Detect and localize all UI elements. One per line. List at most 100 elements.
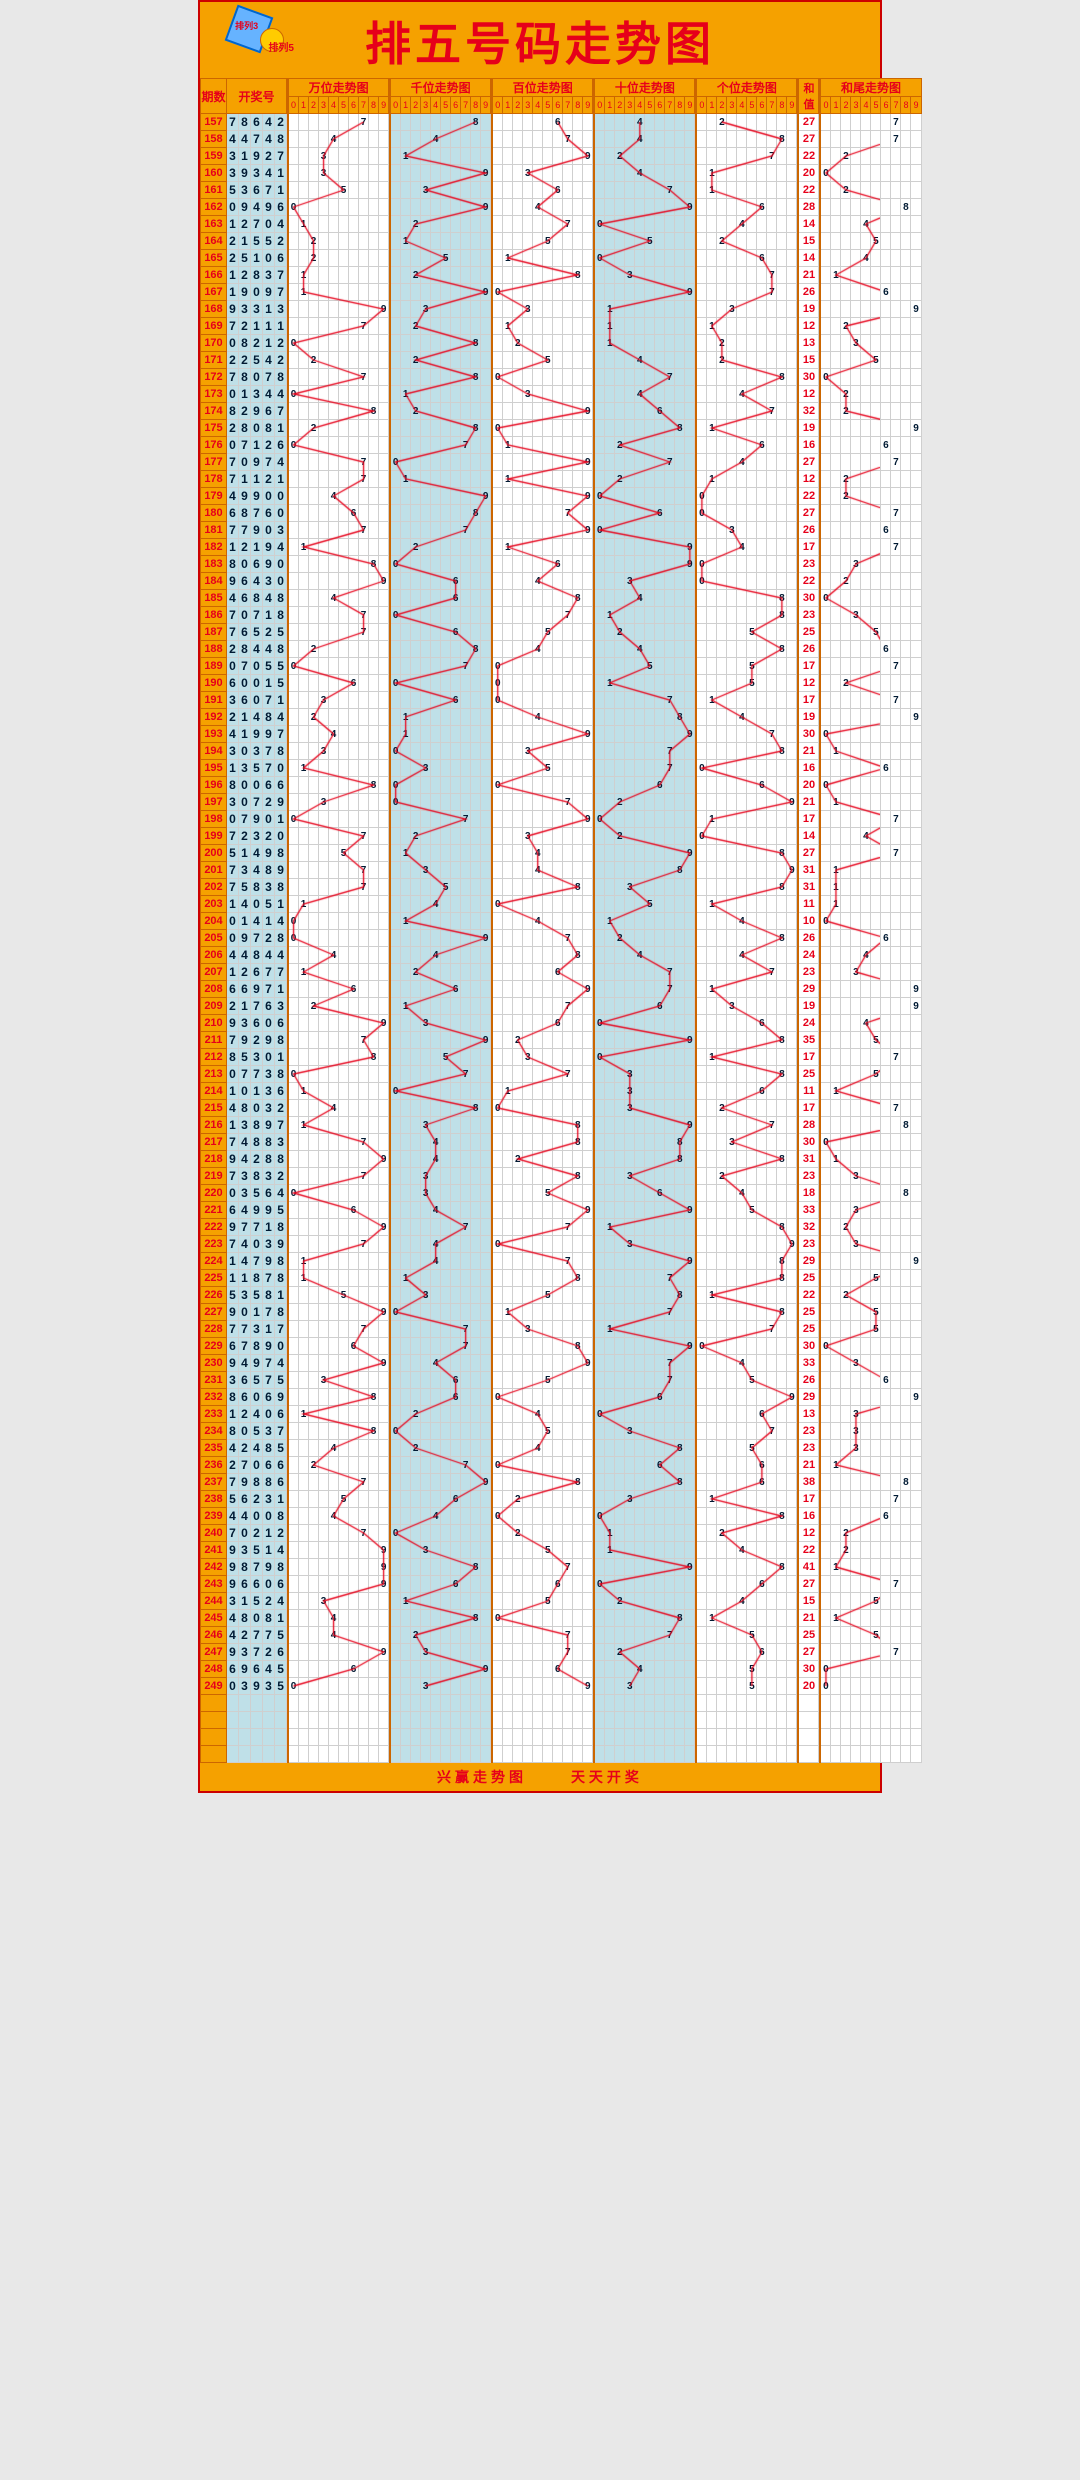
- trend-cell: [431, 1287, 441, 1304]
- trend-cell: [359, 301, 369, 318]
- trend-cell: [503, 590, 513, 607]
- draw-digit: 0: [227, 913, 239, 930]
- trend-cell: [461, 1015, 471, 1032]
- tail-cell: [841, 879, 851, 896]
- trend-cell: [431, 165, 441, 182]
- trend-cell: [329, 284, 339, 301]
- header: 排五号码走势图: [200, 2, 880, 78]
- trend-cell: [359, 267, 369, 284]
- trend-cell: 4: [431, 1236, 441, 1253]
- trend-cell: [595, 454, 605, 471]
- trend-cell: [401, 1202, 411, 1219]
- tail-cell: [881, 1168, 891, 1185]
- trend-cell: [635, 743, 645, 760]
- trend-cell: [339, 386, 349, 403]
- trend-cell: [299, 420, 309, 437]
- trend-cell: [451, 556, 461, 573]
- trend-cell: [349, 1032, 359, 1049]
- trend-cell: [349, 828, 359, 845]
- trend-cell: [451, 1355, 461, 1372]
- trend-cell: [339, 1236, 349, 1253]
- draw-digit: 0: [251, 1236, 263, 1253]
- trend-cell: [349, 1219, 359, 1236]
- tail-cell: [851, 1151, 861, 1168]
- trend-cell: 3: [625, 1236, 635, 1253]
- trend-cell: [707, 862, 717, 879]
- trend-cell: [411, 998, 421, 1015]
- trend-cell: [665, 1168, 675, 1185]
- trend-cell: [289, 794, 299, 811]
- sum-cell: 22: [799, 488, 819, 505]
- trend-cell: [787, 998, 797, 1015]
- trend-cell: [605, 573, 615, 590]
- trend-cell: [573, 488, 583, 505]
- tail-cell: [841, 607, 851, 624]
- tail-cell: [871, 1049, 881, 1066]
- tail-cell: [871, 777, 881, 794]
- trend-cell: [727, 1202, 737, 1219]
- trend-cell: [391, 403, 401, 420]
- trend-cell: [339, 930, 349, 947]
- trend-cell: [309, 1049, 319, 1066]
- trend-cell: [503, 454, 513, 471]
- period-cell: 171: [201, 352, 227, 369]
- trend-cell: [737, 199, 747, 216]
- draw-digit: 3: [227, 1372, 239, 1389]
- trend-cell: [451, 131, 461, 148]
- trend-cell: 9: [787, 862, 797, 879]
- trend-cell: [625, 1355, 635, 1372]
- tail-cell: [901, 318, 911, 335]
- trend-cell: [299, 879, 309, 896]
- trend-cell: [369, 794, 379, 811]
- trend-cell: [583, 930, 593, 947]
- tail-cell: [881, 845, 891, 862]
- trend-cell: [513, 437, 523, 454]
- trend-cell: [503, 998, 513, 1015]
- trend-cell: [503, 777, 513, 794]
- tail-cell: [841, 998, 851, 1015]
- trend-cell: [615, 352, 625, 369]
- draw-digit: 1: [263, 675, 275, 692]
- trend-cell: [645, 1151, 655, 1168]
- trend-cell: [665, 199, 675, 216]
- trend-cell: [563, 233, 573, 250]
- trend-cell: [349, 233, 359, 250]
- trend-cell: [461, 1304, 471, 1321]
- tail-cell: [881, 658, 891, 675]
- trend-cell: [717, 794, 727, 811]
- tail-cell: [911, 182, 921, 199]
- trend-cell: [379, 811, 389, 828]
- trend-cell: [757, 760, 767, 777]
- trend-cell: [493, 250, 503, 267]
- trend-cell: [451, 1168, 461, 1185]
- trend-cell: 8: [777, 930, 787, 947]
- tail-cell: [841, 267, 851, 284]
- trend-cell: [339, 1304, 349, 1321]
- period-cell: 224: [201, 1253, 227, 1270]
- trend-cell: [471, 199, 481, 216]
- tail-cell: 8: [901, 1117, 911, 1134]
- trend-cell: [717, 403, 727, 420]
- trend-cell: [635, 539, 645, 556]
- trend-cell: [299, 352, 309, 369]
- trend-cell: [573, 454, 583, 471]
- trend-cell: [675, 879, 685, 896]
- trend-cell: 3: [319, 148, 329, 165]
- trend-cell: [595, 1270, 605, 1287]
- trend-cell: [523, 1287, 533, 1304]
- tail-cell: [901, 1287, 911, 1304]
- trend-cell: [727, 1355, 737, 1372]
- trend-cell: [757, 641, 767, 658]
- trend-cell: 4: [533, 573, 543, 590]
- trend-cell: [503, 675, 513, 692]
- draw-digit: 2: [227, 420, 239, 437]
- tail-cell: [911, 539, 921, 556]
- trend-cell: [481, 1202, 491, 1219]
- trend-cell: [533, 1355, 543, 1372]
- trend-cell: [421, 1321, 431, 1338]
- trend-cell: [391, 1338, 401, 1355]
- trend-cell: [675, 1032, 685, 1049]
- trend-cell: 9: [685, 726, 695, 743]
- trend-cell: 4: [533, 709, 543, 726]
- tail-cell: 7: [891, 505, 901, 522]
